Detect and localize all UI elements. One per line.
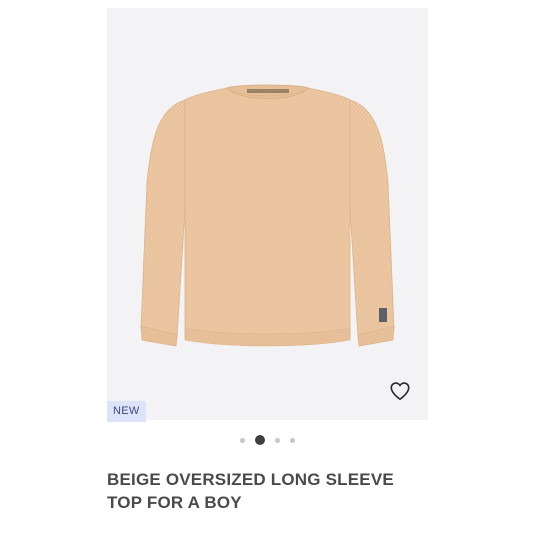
heart-outline-icon <box>390 382 410 401</box>
product-title[interactable]: BEIGE OVERSIZED LONG SLEEVE TOP FOR A BO… <box>107 468 437 514</box>
carousel-dot[interactable] <box>239 437 245 443</box>
sweater-image <box>140 84 395 347</box>
wishlist-button[interactable] <box>389 380 411 402</box>
product-image[interactable] <box>107 8 428 420</box>
carousel-dots <box>0 434 534 446</box>
carousel-dot[interactable] <box>289 437 295 443</box>
carousel-dot[interactable] <box>254 435 265 445</box>
new-badge: NEW <box>107 401 146 422</box>
carousel-dot[interactable] <box>274 437 280 443</box>
